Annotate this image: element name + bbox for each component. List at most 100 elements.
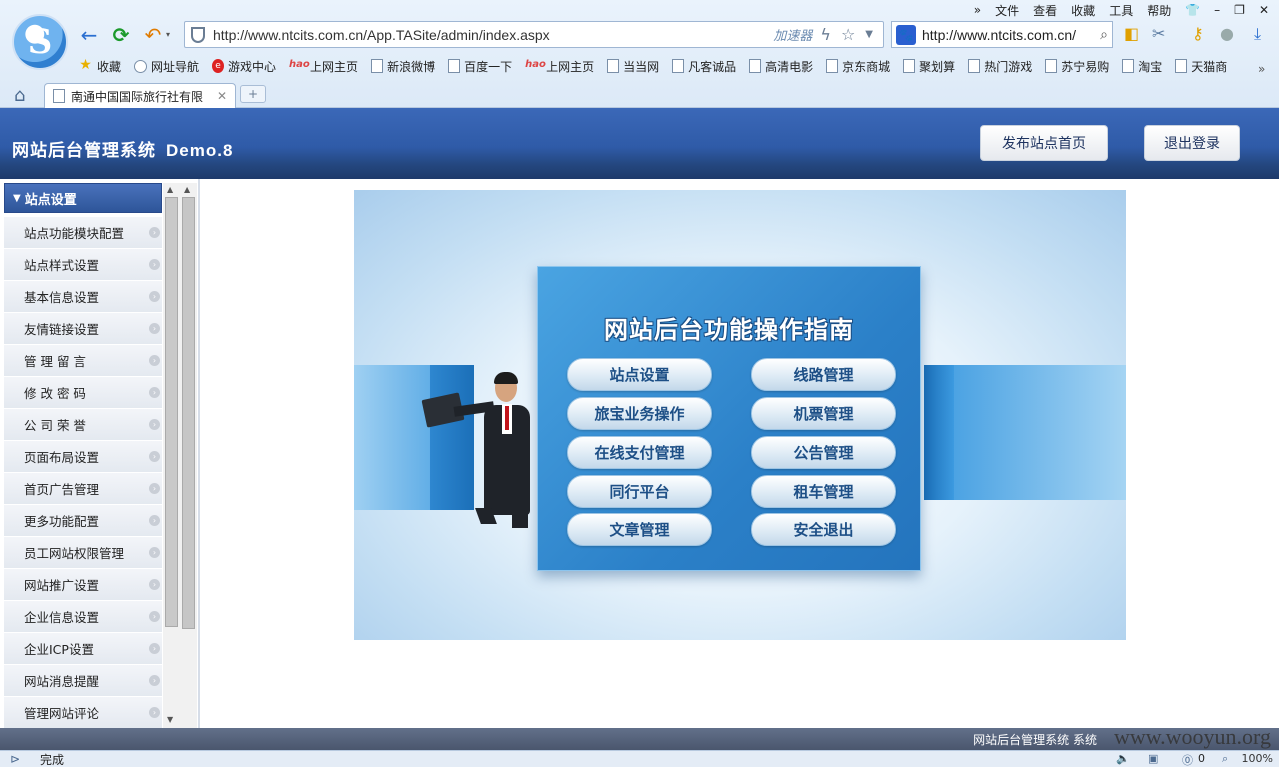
fav-item[interactable]: 百度一下 (448, 58, 512, 75)
fav-item[interactable]: hao 上网主页 (525, 58, 594, 75)
favbar-more-icon[interactable]: » (1258, 62, 1265, 76)
game-icon: e (212, 59, 225, 73)
accelerator-label[interactable]: 加速器 (773, 25, 812, 44)
sidebar-item-label: 页面布局设置 (24, 450, 100, 465)
restore-icon[interactable]: ❐ (1234, 3, 1245, 17)
back-icon[interactable]: ← (76, 22, 102, 48)
frame-scrollbar[interactable]: ▲ (180, 183, 197, 728)
undo-icon[interactable]: ↶ (140, 22, 166, 48)
scroll-down-icon[interactable]: ▼ (167, 715, 173, 724)
sidebar-item[interactable]: 更多功能配置 › (4, 505, 162, 537)
zoom-level[interactable]: 100% (1242, 752, 1273, 765)
scrollbar-thumb[interactable] (182, 197, 195, 629)
sidebar-item-label: 员工网站权限管理 (24, 546, 125, 561)
fav-item[interactable]: 淘宝 (1122, 58, 1162, 75)
download-status-icon[interactable]: ⓪ (1182, 752, 1193, 767)
chevron-right-icon: › (149, 579, 160, 590)
speaker-icon[interactable]: 🔈 (1116, 752, 1130, 765)
sidebar-item[interactable]: 企业信息设置 › (4, 601, 162, 633)
sidebar-item[interactable]: 基本信息设置 › (4, 281, 162, 313)
menu-favorites[interactable]: 收藏 (1071, 2, 1095, 19)
menu-view[interactable]: 查看 (1033, 2, 1057, 19)
undo-dropdown-icon[interactable]: ▾ (166, 30, 170, 39)
search-icon[interactable]: ⌕ (1100, 27, 1108, 43)
sidebar-item[interactable]: 首页广告管理 › (4, 473, 162, 505)
sidebar-scrollbar[interactable]: ▲ ▼ (163, 183, 180, 728)
chat-icon[interactable]: ● (1220, 24, 1234, 43)
guide-button-peer-platform[interactable]: 同行平台 (567, 475, 712, 508)
fav-item[interactable]: e 游戏中心 (212, 58, 276, 75)
search-box[interactable]: 🐾 http://www.ntcits.com.cn/ ⌕ (891, 21, 1113, 48)
hao-icon: hao (289, 59, 310, 70)
guide-button-ticket-management[interactable]: 机票管理 (751, 397, 896, 430)
skin-icon[interactable]: 👕 (1185, 3, 1200, 17)
guide-button-online-payment[interactable]: 在线支付管理 (567, 436, 712, 469)
bookmark-star-icon[interactable]: ☆ (841, 25, 855, 44)
fav-item[interactable]: 新浪微博 (371, 58, 435, 75)
menu-help[interactable]: 帮助 (1147, 2, 1171, 19)
lightning-icon[interactable]: ϟ (820, 25, 831, 44)
scissors-icon[interactable]: ✂ (1152, 24, 1165, 43)
screenshot-icon[interactable]: ▣ (1148, 752, 1158, 765)
fav-item[interactable]: 京东商城 (826, 58, 890, 75)
fav-item[interactable]: 凡客诚品 (672, 58, 736, 75)
fav-item[interactable]: 热门游戏 (968, 58, 1032, 75)
guide-button-announcements[interactable]: 公告管理 (751, 436, 896, 469)
page-icon (371, 59, 384, 73)
guide-button-safe-exit[interactable]: 安全退出 (751, 513, 896, 546)
minimize-icon[interactable]: – (1214, 3, 1220, 17)
sidebar-item[interactable]: 网站推广设置 › (4, 569, 162, 601)
guide-button-car-rental[interactable]: 租车管理 (751, 475, 896, 508)
sidebar-item[interactable]: 友情链接设置 › (4, 313, 162, 345)
home-icon[interactable]: ⌂ (14, 85, 25, 106)
guide-button-route-management[interactable]: 线路管理 (751, 358, 896, 391)
browser-tab[interactable]: 南通中国国际旅行社有限 ✕ (44, 83, 236, 108)
fav-item[interactable]: 聚划算 (903, 58, 955, 75)
scrollbar-thumb[interactable] (165, 197, 178, 627)
refresh-icon[interactable]: ⟳ (108, 22, 134, 48)
scroll-up-icon[interactable]: ▲ (184, 185, 190, 194)
menu-file[interactable]: 文件 (995, 2, 1019, 19)
address-dropdown-icon[interactable]: ▼ (865, 29, 873, 40)
fav-item[interactable]: hao 上网主页 (289, 58, 358, 75)
guide-button-site-settings[interactable]: 站点设置 (567, 358, 712, 391)
address-bar[interactable]: http://www.ntcits.com.cn/App.TASite/admi… (184, 21, 884, 48)
sidebar-item[interactable]: 企业ICP设置 › (4, 633, 162, 665)
sidebar-item[interactable]: 站点样式设置 › (4, 249, 162, 281)
sidebar-item[interactable]: 页面布局设置 › (4, 441, 162, 473)
tab-close-icon[interactable]: ✕ (217, 89, 227, 103)
fav-item[interactable]: 苏宁易购 (1045, 58, 1109, 75)
close-icon[interactable]: ✕ (1259, 3, 1269, 17)
guide-button-travel-business[interactable]: 旅宝业务操作 (567, 397, 712, 430)
sidebar-toggle-icon[interactable]: ⊳ (10, 752, 20, 766)
fav-item[interactable]: 当当网 (607, 58, 659, 75)
sidebar-item[interactable]: 管 理 留 言 › (4, 345, 162, 377)
fav-item[interactable]: 高清电影 (749, 58, 813, 75)
fav-item[interactable]: 天猫商 (1175, 58, 1227, 75)
guide-button-articles[interactable]: 文章管理 (567, 513, 712, 546)
sidebar-header[interactable]: ▼ 站点设置 (4, 183, 162, 213)
sidebar-item[interactable]: 网站消息提醒 › (4, 665, 162, 697)
scroll-up-icon[interactable]: ▲ (167, 185, 173, 194)
logout-button[interactable]: 退出登录 (1144, 125, 1240, 161)
extension-icon[interactable]: ◧ (1124, 24, 1139, 43)
download-icon[interactable]: ⤓ (1254, 24, 1261, 44)
menu-tools[interactable]: 工具 (1109, 2, 1133, 19)
sidebar-item[interactable]: 管理网站评论 › (4, 697, 162, 728)
menu-more-icon[interactable]: » (974, 3, 981, 17)
zoom-icon[interactable]: ⌕ (1222, 752, 1228, 766)
sidebar-item[interactable]: 员工网站权限管理 › (4, 537, 162, 569)
sidebar-item[interactable]: 修 改 密 码 › (4, 377, 162, 409)
sidebar-item[interactable]: 公 司 荣 誉 › (4, 409, 162, 441)
fav-item[interactable]: ★ 收藏 (78, 58, 121, 75)
baidu-paw-icon[interactable]: 🐾 (896, 24, 916, 45)
collapse-triangle-icon: ▼ (13, 192, 21, 204)
key-icon[interactable]: ⚷ (1192, 24, 1204, 43)
fav-item[interactable]: 网址导航 (134, 58, 199, 75)
browser-logo[interactable]: S (12, 14, 68, 70)
publish-homepage-button[interactable]: 发布站点首页 (980, 125, 1108, 161)
address-url[interactable]: http://www.ntcits.com.cn/App.TASite/admi… (213, 27, 773, 43)
sidebar-item[interactable]: 站点功能模块配置 › (4, 217, 162, 249)
search-input[interactable]: http://www.ntcits.com.cn/ (922, 27, 1100, 43)
new-tab-button[interactable]: + (240, 85, 266, 103)
